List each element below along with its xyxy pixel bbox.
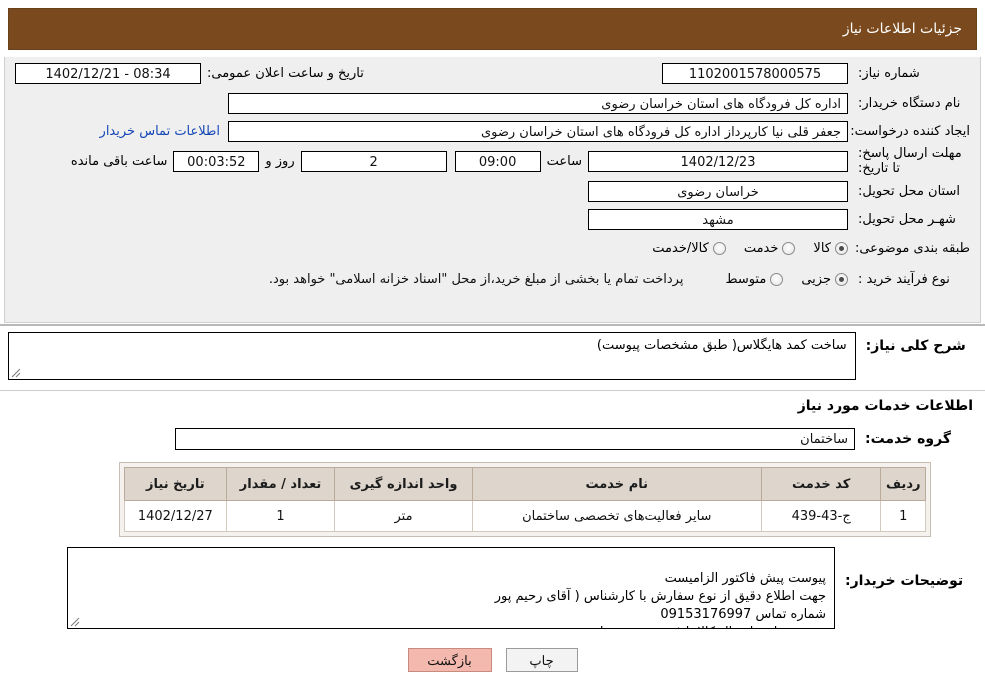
deadline-label: مهلت ارسال پاسخ: تا تاریخ:	[858, 146, 962, 176]
general-description-label: شرح کلی نیاز:	[865, 338, 966, 354]
buyer-notes-block: توضیحات خریدار: پیوست پیش فاکتور الزامیس…	[8, 547, 977, 629]
general-description-value[interactable]: ساخت کمد هایگلاس( طبق مشخصات پیوست)	[8, 332, 856, 380]
row-purchase-type: نوع فرآیند خرید : جزیی متوسط پرداخت تمام…	[5, 263, 980, 295]
row-city: شهـر محل تحویل: مشهد	[5, 205, 980, 233]
general-description-block: شرح کلی نیاز: ساخت کمد هایگلاس( طبق مشخص…	[8, 332, 977, 380]
remaining-days-value: 2	[300, 150, 447, 172]
province-label: استان محل تحویل:	[858, 183, 960, 199]
remaining-clock-value: 00:03:52	[173, 150, 260, 172]
remaining-suffix-label: ساعت باقی مانده	[70, 153, 168, 169]
category-option-khedmat-label: خدمت	[743, 240, 779, 256]
services-section: اطلاعات خدمات مورد نیاز گروه خدمت: ساختم…	[8, 398, 977, 537]
buyer-notes-value[interactable]: پیوست پیش فاکتور الزامیست جهت اطلاع دقیق…	[67, 547, 835, 629]
print-button[interactable]: چاپ	[505, 648, 578, 672]
city-value: مشهد	[588, 208, 848, 230]
page-root: AnaTender.net جزئیات اطلاعات نیاز شماره …	[0, 0, 985, 691]
buyer-org-value: اداره کل فرودگاه های استان خراسان رضوی	[228, 92, 848, 114]
radio-icon[interactable]	[782, 241, 796, 255]
category-option-kala-khedmat[interactable]: کالا/خدمت	[652, 241, 726, 256]
purchase-note: پرداخت تمام یا بخشی از مبلغ خرید،از محل …	[268, 271, 684, 287]
category-option-kala-khedmat-label: کالا/خدمت	[652, 240, 709, 256]
city-label: شهـر محل تحویل:	[858, 211, 956, 227]
need-number-label: شماره نیاز:	[858, 65, 920, 81]
service-group-value: ساختمان	[175, 428, 855, 450]
general-description-text: ساخت کمد هایگلاس( طبق مشخصات پیوست)	[596, 338, 847, 353]
buyer-org-label: نام دستگاه خریدار:	[858, 95, 961, 111]
services-table-shell: ردیف کد خدمت نام خدمت واحد اندازه گیری ت…	[119, 462, 931, 537]
divider-top	[0, 324, 985, 326]
deadline-time-value: 09:00	[454, 150, 541, 172]
buyer-notes-text: پیوست پیش فاکتور الزامیست جهت اطلاع دقیق…	[494, 571, 826, 628]
services-table: ردیف کد خدمت نام خدمت واحد اندازه گیری ت…	[124, 467, 926, 532]
col-date: تاریخ نیاز	[124, 467, 227, 501]
requester-label: ایجاد کننده درخواست:	[850, 123, 970, 139]
purchase-type-option-jozei[interactable]: جزیی	[801, 272, 848, 287]
radio-icon[interactable]	[770, 272, 784, 286]
cell-code: ج-43-439	[760, 500, 882, 532]
announce-datetime-value: 08:34 - 1402/12/21	[15, 62, 201, 84]
action-buttons: چاپ بازگشت	[0, 648, 985, 672]
services-section-title: اطلاعات خدمات مورد نیاز	[797, 398, 973, 414]
col-name: نام خدمت	[471, 467, 762, 501]
page-header: جزئیات اطلاعات نیاز	[8, 8, 977, 50]
row-deadline: مهلت ارسال پاسخ: تا تاریخ: 1402/12/23 سا…	[5, 145, 980, 177]
announce-datetime-label: تاریخ و ساعت اعلان عمومی:	[207, 65, 364, 81]
table-row: 1 ج-43-439 سایر فعالیت‌های تخصصی ساختمان…	[124, 500, 926, 532]
col-unit: واحد اندازه گیری	[334, 467, 473, 501]
page-title: جزئیات اطلاعات نیاز	[842, 21, 962, 37]
requester-value: جعفر قلی نیا کارپرداز اداره کل فرودگاه ه…	[228, 120, 848, 142]
buyer-contact-link[interactable]: اطلاعات تماس خریدار	[100, 124, 220, 139]
resize-grip-icon	[11, 368, 21, 378]
row-requester: ایجاد کننده درخواست: جعفر قلی نیا کارپرد…	[5, 117, 980, 145]
category-label: طبقه بندی موضوعی:	[854, 240, 970, 256]
radio-icon[interactable]	[835, 241, 848, 255]
purchase-type-label: نوع فرآیند خرید :	[858, 271, 950, 287]
need-number-value: 1102001578000575	[662, 62, 848, 84]
category-option-khedmat[interactable]: خدمت	[744, 241, 796, 256]
resize-grip-icon	[70, 617, 80, 627]
table-header-row: ردیف کد خدمت نام خدمت واحد اندازه گیری ت…	[124, 467, 926, 501]
row-province: استان محل تحویل: خراسان رضوی	[5, 177, 980, 205]
service-group-label: گروه خدمت:	[865, 431, 951, 447]
row-category: طبقه بندی موضوعی: کالا خدمت کالا/خدمت	[5, 233, 980, 263]
cell-name: سایر فعالیت‌های تخصصی ساختمان	[471, 500, 762, 532]
remaining-days-label: روز و	[265, 153, 295, 169]
purchase-type-option-motavaset-label: متوسط	[725, 271, 767, 287]
radio-icon[interactable]	[712, 241, 726, 255]
category-option-kala-label: کالا	[813, 240, 831, 256]
province-value: خراسان رضوی	[588, 180, 848, 202]
cell-index: 1	[880, 500, 926, 532]
row-need-number: شماره نیاز: 1102001578000575 تاریخ و ساع…	[5, 57, 980, 89]
deadline-date-value: 1402/12/23	[588, 150, 848, 172]
col-quantity: تعداد / مقدار	[225, 467, 336, 501]
radio-icon[interactable]	[835, 272, 848, 286]
cell-quantity: 1	[225, 500, 336, 532]
deadline-time-label: ساعت	[546, 153, 582, 169]
buyer-notes-label: توضیحات خریدار:	[845, 573, 964, 589]
cell-date: 1402/12/27	[124, 500, 227, 532]
col-index: ردیف	[880, 467, 926, 501]
cell-unit: متر	[334, 500, 473, 532]
row-buyer-org: نام دستگاه خریدار: اداره کل فرودگاه های …	[5, 89, 980, 117]
divider-mid	[0, 390, 985, 391]
col-code: کد خدمت	[760, 467, 882, 501]
category-option-kala[interactable]: کالا	[813, 241, 848, 256]
purchase-type-option-motavaset[interactable]: متوسط	[725, 271, 784, 287]
purchase-type-option-jozei-label: جزیی	[801, 271, 831, 287]
back-button[interactable]: بازگشت	[407, 648, 492, 672]
need-details-panel: شماره نیاز: 1102001578000575 تاریخ و ساع…	[4, 57, 981, 323]
